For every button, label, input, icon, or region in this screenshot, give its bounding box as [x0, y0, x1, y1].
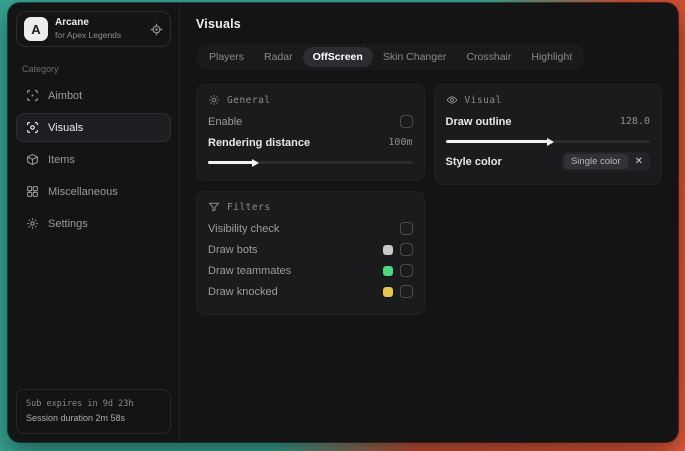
tab-bar: Players Radar OffScreen Skin Changer Cro…: [196, 44, 586, 70]
category-label: Category: [22, 64, 59, 74]
sub-expires-text: Sub expires in 9d 23h: [26, 399, 134, 410]
draw-outline-row: Draw outline 128.0: [446, 111, 651, 132]
eye-icon: [446, 94, 458, 106]
general-panel-title: General: [227, 94, 271, 106]
rendering-distance-label: Rendering distance: [208, 136, 311, 149]
draw-outline-value: 128.0: [619, 116, 650, 127]
sidebar-item-label: Visuals: [48, 121, 84, 134]
grid-icon: [26, 185, 39, 198]
style-color-select[interactable]: Single color ✕: [561, 152, 650, 171]
enable-row: Enable: [208, 111, 413, 132]
slider-thumb[interactable]: [251, 158, 259, 167]
subscription-card: Sub expires in 9d 23h Session duration 2…: [16, 389, 171, 434]
draw-bots-checkbox[interactable]: [399, 243, 413, 256]
slider-thumb[interactable]: [546, 137, 554, 146]
session-duration-text: Session duration 2m 58s: [26, 413, 126, 424]
draw-bots-label: Draw bots: [208, 243, 258, 256]
visual-panel: Visual Draw outline 128.0 Style color Si…: [433, 84, 662, 185]
draw-knocked-color-swatch[interactable]: [382, 286, 393, 297]
draw-teammates-color-swatch[interactable]: [382, 265, 393, 276]
enable-checkbox[interactable]: [399, 115, 413, 128]
general-panel: General Enable Rendering distance 100m: [196, 84, 425, 181]
gear-icon: [26, 217, 39, 230]
app-window: A Arcane for Apex Legends Category Aimbo…: [8, 3, 678, 442]
draw-teammates-row: Draw teammates: [208, 260, 413, 281]
style-color-tag[interactable]: Single color: [563, 154, 628, 169]
rendering-distance-slider[interactable]: [208, 158, 413, 167]
sidebar-item-miscellaneous[interactable]: Miscellaneous: [16, 177, 171, 206]
left-column: General Enable Rendering distance 100m F…: [196, 84, 425, 315]
sidebar-item-label: Settings: [48, 217, 88, 230]
close-icon[interactable]: ✕: [635, 156, 643, 167]
style-color-label: Style color: [445, 155, 502, 168]
enable-label: Enable: [208, 115, 243, 128]
visibility-check-row: Visibility check: [208, 218, 413, 239]
filters-panel: Filters Visibility check Draw bots Draw …: [196, 191, 425, 315]
eye-scan-icon: [26, 121, 39, 134]
rendering-distance-value: 100m: [388, 137, 413, 148]
filters-panel-title: Filters: [227, 201, 271, 213]
sidebar-item-label: Items: [48, 153, 75, 166]
draw-knocked-row: Draw knocked: [208, 281, 413, 302]
content-area: General Enable Rendering distance 100m F…: [196, 84, 662, 315]
sun-icon: [208, 94, 220, 106]
sidebar-item-label: Miscellaneous: [48, 185, 118, 198]
draw-bots-row: Draw bots: [208, 239, 413, 260]
draw-bots-color-swatch[interactable]: [382, 244, 393, 255]
visual-panel-title: Visual: [464, 94, 502, 106]
app-subtitle: for Apex Legends: [55, 29, 122, 40]
crosshair-icon: [26, 89, 39, 102]
right-column: Visual Draw outline 128.0 Style color Si…: [433, 84, 662, 185]
draw-teammates-checkbox[interactable]: [399, 264, 413, 277]
visibility-check-checkbox[interactable]: [399, 222, 413, 235]
app-header-card: A Arcane for Apex Legends: [16, 11, 171, 47]
sidebar-item-visuals[interactable]: Visuals: [16, 113, 171, 142]
rendering-distance-row: Rendering distance 100m: [208, 132, 413, 153]
visibility-check-label: Visibility check: [208, 222, 280, 235]
sidebar: A Arcane for Apex Legends Category Aimbo…: [8, 3, 180, 442]
draw-outline-label: Draw outline: [445, 115, 512, 128]
app-name: Arcane: [55, 17, 89, 29]
target-icon[interactable]: [150, 23, 163, 36]
box-icon: [26, 153, 39, 166]
sidebar-item-settings[interactable]: Settings: [16, 209, 171, 238]
tab-players[interactable]: Players: [199, 47, 254, 67]
tab-skin-changer[interactable]: Skin Changer: [373, 47, 457, 67]
tab-highlight[interactable]: Highlight: [521, 47, 582, 67]
app-logo: A: [24, 17, 48, 41]
tab-offscreen[interactable]: OffScreen: [302, 47, 373, 67]
draw-teammates-label: Draw teammates: [208, 264, 292, 277]
sidebar-item-label: Aimbot: [48, 89, 83, 102]
draw-knocked-label: Draw knocked: [208, 285, 278, 298]
tab-crosshair[interactable]: Crosshair: [456, 47, 521, 67]
draw-outline-slider[interactable]: [445, 137, 650, 146]
draw-knocked-checkbox[interactable]: [399, 285, 413, 298]
style-color-row: Style color Single color ✕: [445, 151, 650, 172]
sidebar-item-items[interactable]: Items: [16, 145, 171, 174]
main-panel: Visuals Players Radar OffScreen Skin Cha…: [180, 3, 678, 442]
funnel-icon: [208, 201, 220, 213]
tab-radar[interactable]: Radar: [254, 47, 303, 67]
page-title: Visuals: [196, 17, 241, 31]
sidebar-item-aimbot[interactable]: Aimbot: [16, 81, 171, 110]
